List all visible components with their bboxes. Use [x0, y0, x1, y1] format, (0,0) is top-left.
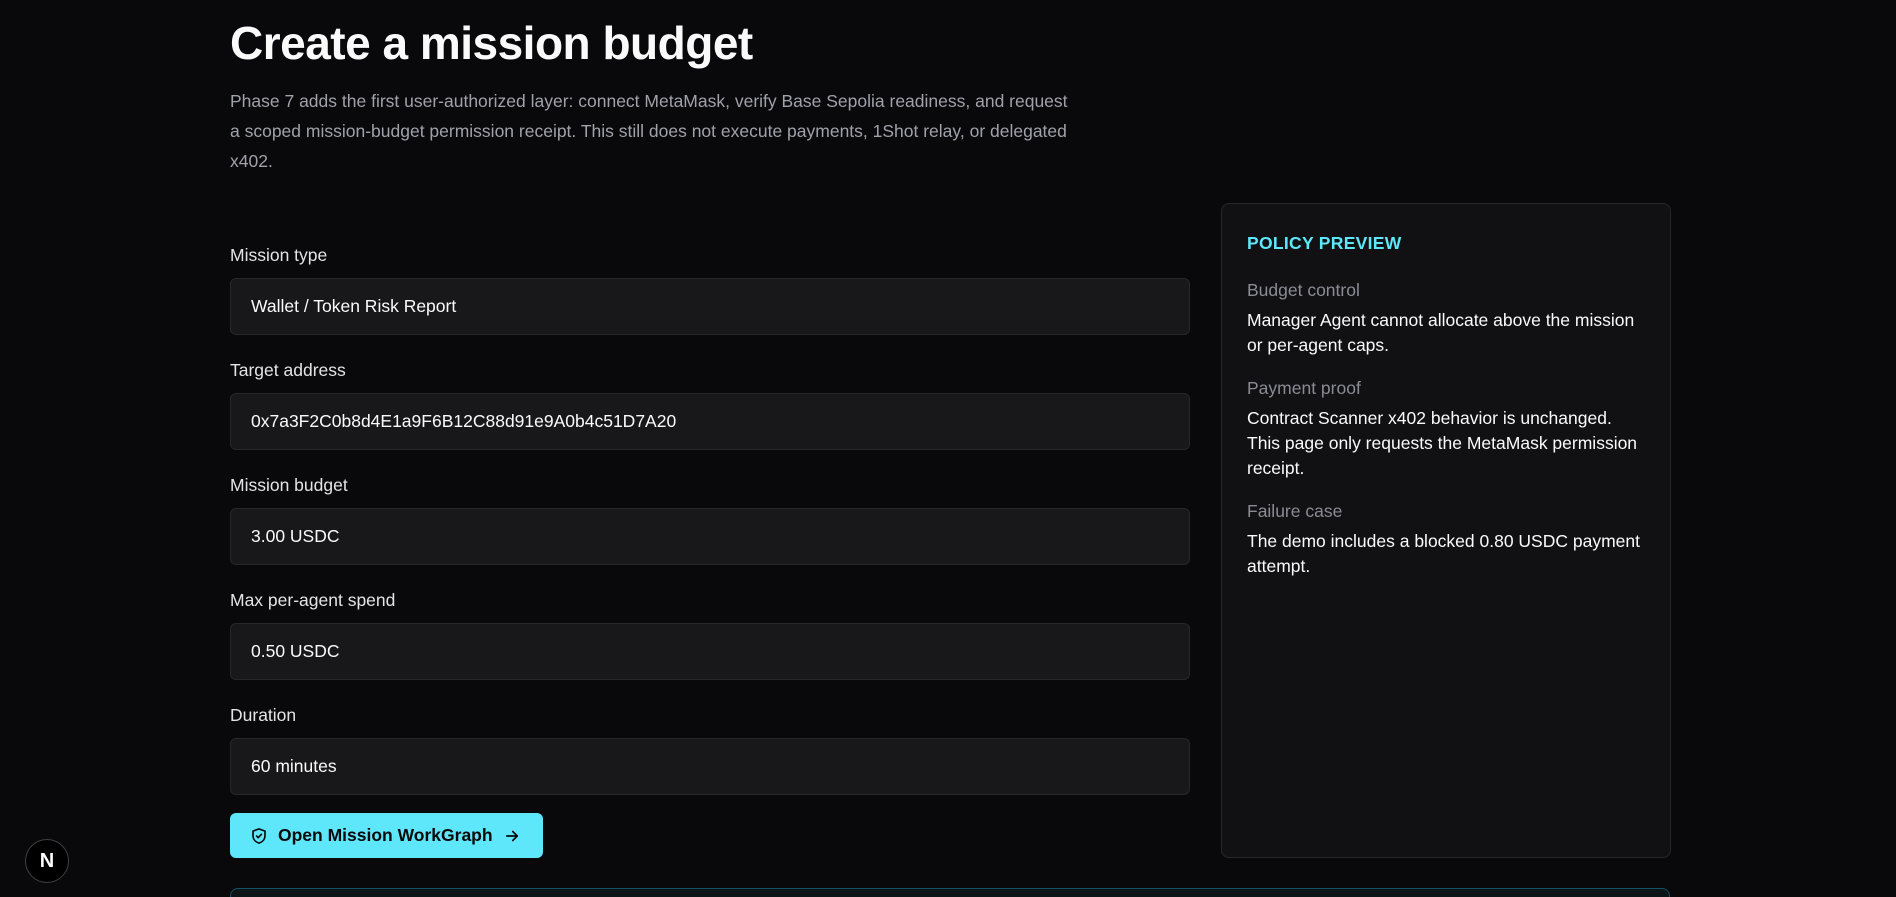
- page-header: Create a mission budget Phase 7 adds the…: [230, 0, 1080, 176]
- policy-item-budget-control: Budget control Manager Agent cannot allo…: [1247, 278, 1645, 358]
- mission-budget-label: Mission budget: [230, 475, 348, 495]
- nextjs-logo-icon: N: [39, 849, 55, 872]
- policy-item-text: Contract Scanner x402 behavior is unchan…: [1247, 408, 1638, 478]
- max-per-agent-field: Max per-agent spend: [230, 583, 1192, 680]
- policy-preview-panel: POLICY PREVIEW Budget control Manager Ag…: [1221, 203, 1671, 858]
- page-description: Phase 7 adds the first user-authorized l…: [230, 91, 1068, 171]
- mission-budget-input[interactable]: [230, 508, 1190, 565]
- policy-item-title: Budget control: [1247, 280, 1360, 300]
- policy-item-text: The demo includes a blocked 0.80 USDC pa…: [1247, 531, 1640, 576]
- mission-type-label: Mission type: [230, 245, 328, 265]
- target-address-input[interactable]: [230, 393, 1190, 450]
- policy-item-title: Failure case: [1247, 501, 1343, 521]
- policy-item-title: Payment proof: [1247, 378, 1361, 398]
- page: Create a mission budget Phase 7 adds the…: [0, 0, 1896, 897]
- arrow-right-icon: [503, 827, 521, 845]
- mission-budget-form: Mission type Target address Mission budg…: [230, 238, 1192, 813]
- mission-budget-field: Mission budget: [230, 468, 1192, 565]
- duration-input[interactable]: [230, 738, 1190, 795]
- nextjs-dev-badge[interactable]: N: [25, 839, 69, 883]
- max-per-agent-input[interactable]: [230, 623, 1190, 680]
- duration-label: Duration: [230, 705, 297, 725]
- duration-field: Duration: [230, 698, 1192, 795]
- policy-item-payment-proof: Payment proof Contract Scanner x402 beha…: [1247, 376, 1645, 481]
- target-address-label: Target address: [230, 360, 346, 380]
- bottom-card: [230, 888, 1670, 897]
- shield-check-icon: [250, 827, 268, 845]
- policy-item-text: Manager Agent cannot allocate above the …: [1247, 310, 1635, 355]
- target-address-field: Target address: [230, 353, 1192, 450]
- open-mission-workgraph-label: Open Mission WorkGraph: [278, 825, 493, 845]
- open-mission-workgraph-button[interactable]: Open Mission WorkGraph: [230, 813, 543, 858]
- mission-type-input[interactable]: [230, 278, 1190, 335]
- max-per-agent-label: Max per-agent spend: [230, 590, 396, 610]
- page-title: Create a mission budget: [230, 17, 753, 69]
- policy-item-failure-case: Failure case The demo includes a blocked…: [1247, 499, 1645, 579]
- mission-type-field: Mission type: [230, 238, 1192, 335]
- policy-preview-heading: POLICY PREVIEW: [1247, 233, 1402, 253]
